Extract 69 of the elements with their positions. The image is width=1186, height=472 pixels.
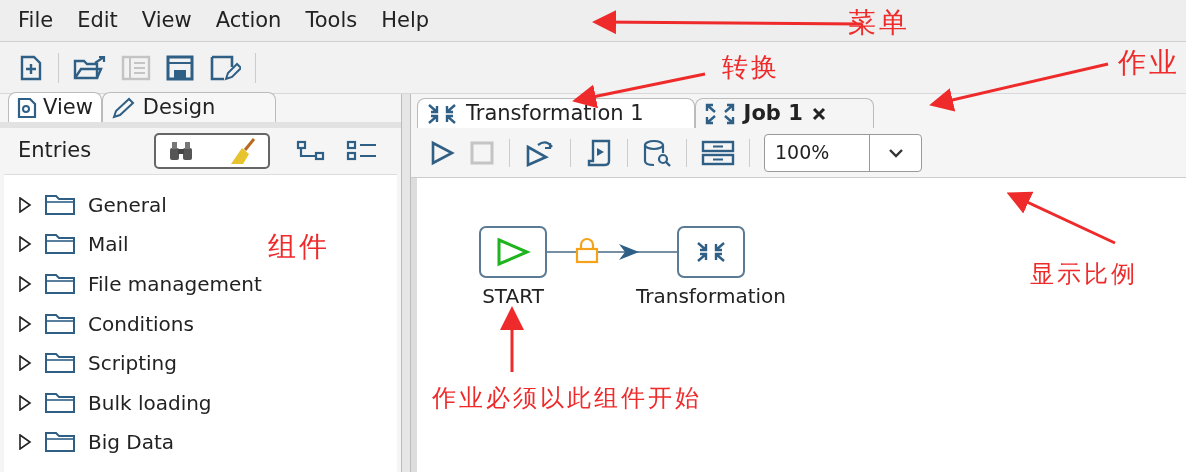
collapsed-arrow-icon[interactable] <box>18 196 32 213</box>
annotation-text: 作业 <box>1118 45 1180 81</box>
tree-item[interactable]: General <box>88 189 167 220</box>
menu-item[interactable]: View <box>129 4 204 37</box>
collapsed-arrow-icon[interactable] <box>18 394 32 411</box>
tree-item[interactable]: Scripting <box>88 348 177 379</box>
collapsed-arrow-icon[interactable] <box>18 315 32 332</box>
transformation-icon <box>426 101 458 126</box>
menu-item[interactable]: Help <box>369 4 442 37</box>
tree-item[interactable]: Mail <box>88 229 129 260</box>
save-as-icon[interactable] <box>209 54 241 81</box>
zoom-dropdown[interactable]: 100% <box>764 133 922 172</box>
close-icon[interactable] <box>810 105 827 122</box>
layout-icon[interactable] <box>701 138 735 167</box>
script-icon[interactable] <box>585 138 613 167</box>
annotation-text: 作业必须以此组件开始 <box>432 383 702 414</box>
play-icon <box>495 237 531 267</box>
open-folder-icon[interactable] <box>73 54 107 81</box>
document-tab[interactable]: Job 1 <box>694 98 874 128</box>
pencil-icon[interactable] <box>110 96 137 119</box>
binoculars-icon[interactable] <box>168 140 194 162</box>
search-box[interactable] <box>154 133 270 169</box>
folder-icon <box>44 273 76 295</box>
arrowhead <box>619 244 639 260</box>
merge-arrows-icon <box>695 240 727 264</box>
folder-icon <box>44 431 76 454</box>
job-node[interactable] <box>677 226 745 278</box>
annotation-text: 组件 <box>268 229 330 265</box>
document-tab[interactable]: Transformation 1 <box>417 98 695 128</box>
chevron-down-icon[interactable] <box>886 146 905 159</box>
collapsed-arrow-icon[interactable] <box>18 236 32 253</box>
menu-item[interactable]: File <box>6 4 66 37</box>
annotation-text: 显示比例 <box>1030 259 1138 290</box>
tree-item[interactable]: Bulk loading <box>88 387 212 418</box>
node-label: Transformation <box>635 283 787 310</box>
tree-item[interactable]: Big Data <box>88 427 175 458</box>
new-file-icon[interactable] <box>18 54 44 81</box>
job-icon <box>703 101 736 126</box>
hop-connector[interactable] <box>547 251 677 253</box>
folder-icon <box>44 193 76 216</box>
annotation-text: 转换 <box>722 51 780 84</box>
panel-tab[interactable]: Design <box>101 92 277 122</box>
lock-icon <box>575 238 599 264</box>
collapsed-arrow-icon[interactable] <box>18 355 32 372</box>
panel-tab[interactable]: View <box>8 92 102 122</box>
collapsed-arrow-icon[interactable] <box>18 434 32 451</box>
collapsed-arrow-icon[interactable] <box>18 276 32 292</box>
replay-icon[interactable] <box>524 138 556 167</box>
folder-icon <box>44 391 76 414</box>
broom-icon[interactable] <box>230 137 256 165</box>
list-view-icon[interactable] <box>346 140 378 162</box>
menu-item[interactable]: Action <box>203 4 294 37</box>
job-node[interactable] <box>479 226 547 278</box>
hierarchy-icon[interactable] <box>296 140 326 162</box>
folder-icon <box>44 233 76 256</box>
menu-item[interactable]: Tools <box>293 4 370 37</box>
tree-item[interactable]: Conditions <box>88 308 194 339</box>
run-icon[interactable] <box>429 139 455 166</box>
panel-label: Entries <box>18 137 93 165</box>
database-search-icon[interactable] <box>642 138 672 167</box>
annotation-text: 菜单 <box>848 5 910 41</box>
save-icon[interactable] <box>165 54 195 81</box>
folder-icon <box>44 352 76 375</box>
folder-icon <box>44 312 76 335</box>
tree-item[interactable]: File management <box>88 269 262 299</box>
node-label: START <box>482 283 544 310</box>
annotation-arrow <box>500 306 524 372</box>
menu-item[interactable]: Edit <box>65 4 130 37</box>
view-icon[interactable] <box>17 96 37 119</box>
